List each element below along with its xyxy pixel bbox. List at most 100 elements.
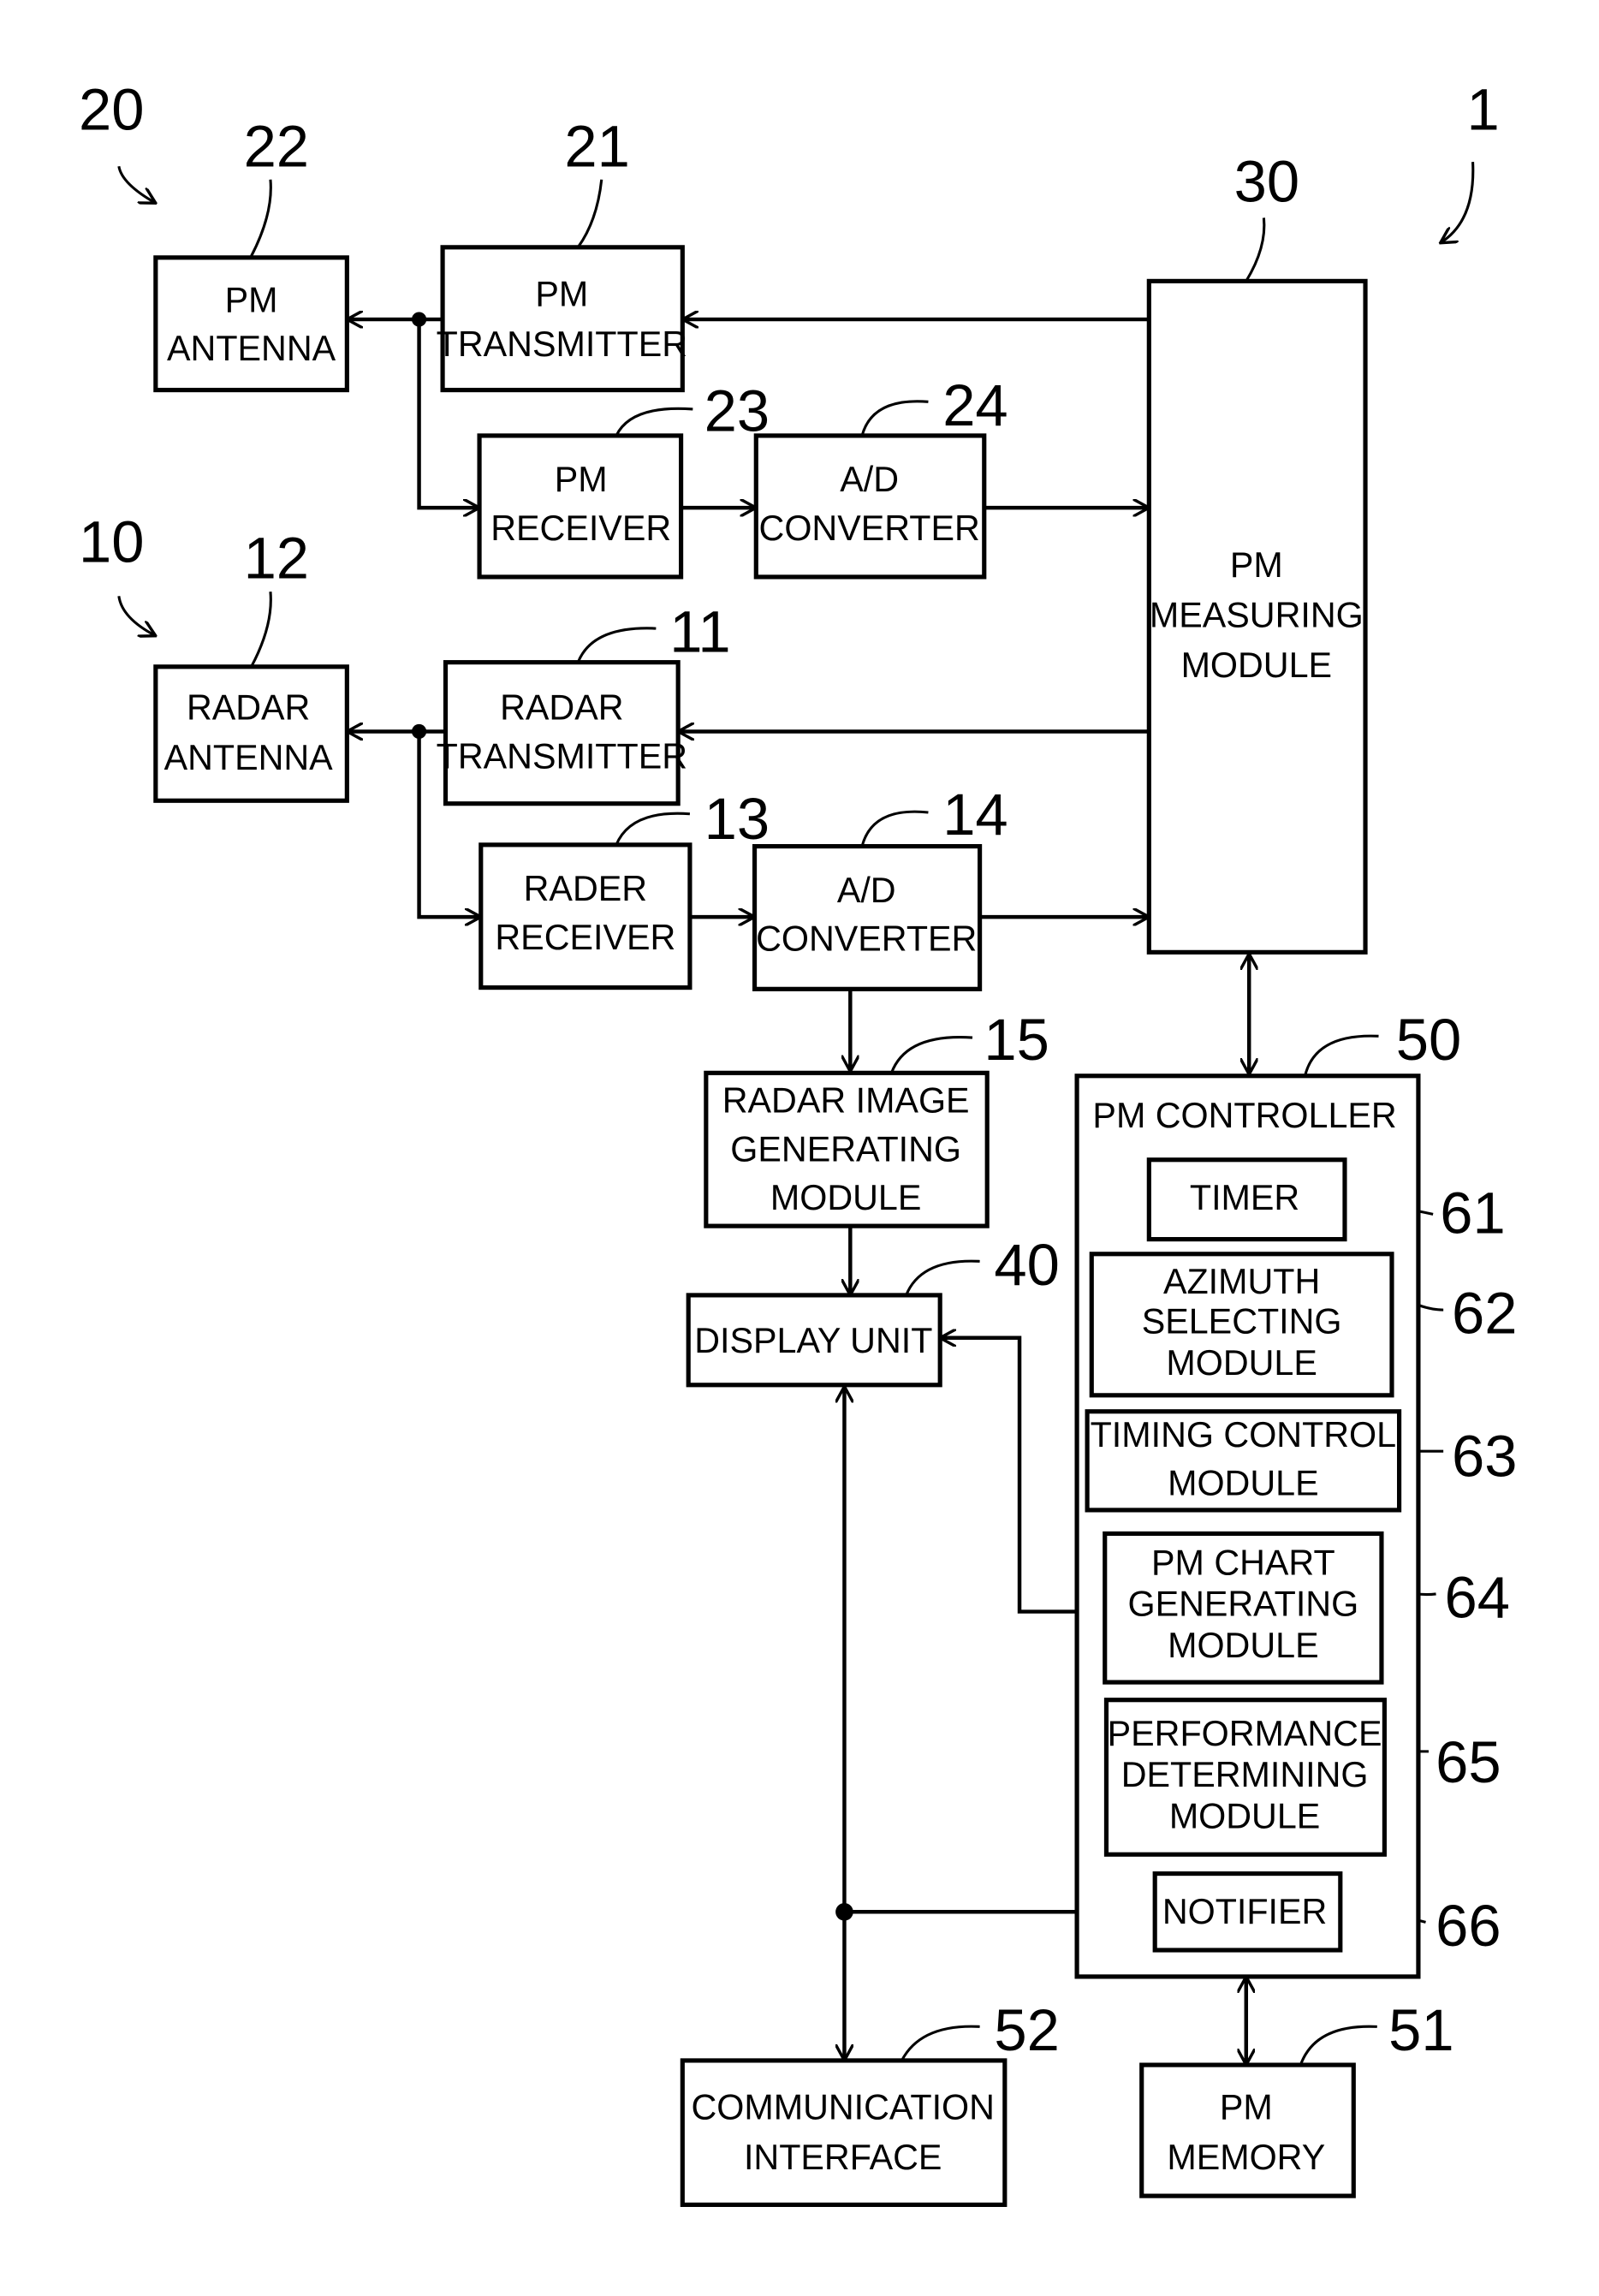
performance-determining-block: PERFORMANCE DETERMINING MODULE (1103, 1698, 1387, 1857)
leader-line (860, 810, 929, 847)
block-label: CONVERTER (756, 919, 977, 959)
pm-measuring-module-block: PM MEASURING MODULE (1146, 278, 1368, 955)
pm-memory-block: PM MEMORY (1139, 2062, 1356, 2198)
pm-chart-generating-block: PM CHART GENERATING MODULE (1103, 1531, 1384, 1685)
ref-13: 13 (704, 786, 770, 852)
block-label: MODULE (770, 1178, 921, 1217)
block-label: GENERATING (1128, 1585, 1359, 1624)
leader-line (615, 407, 693, 437)
block-label: TRANSMITTER (437, 736, 687, 776)
leader-line (1245, 217, 1266, 283)
block-label: MODULE (1181, 645, 1332, 685)
leader-line (860, 400, 929, 437)
leader-line (250, 591, 272, 668)
ref-64: 64 (1444, 1564, 1509, 1630)
ad-converter-radar-block: A/D CONVERTER (752, 843, 983, 991)
block-label: MODULE (1166, 1343, 1317, 1383)
block-diagram: 20 10 1 22 21 23 24 30 12 11 13 14 15 40… (79, 76, 1518, 2207)
leader-line (577, 179, 603, 248)
radar-transmitter-block: RADAR TRANSMITTER (437, 660, 687, 806)
block-label: RECEIVER (490, 509, 671, 548)
radar-antenna-block: RADAR ANTENNA (153, 664, 349, 803)
ref-15: 15 (984, 1007, 1049, 1073)
block-label: NOTIFIER (1162, 1892, 1328, 1931)
block-label: DETERMINING (1121, 1755, 1369, 1794)
ref-51: 51 (1388, 1997, 1453, 2063)
ref-50: 50 (1396, 1007, 1461, 1073)
block-label: PM (1230, 545, 1283, 585)
leader-line (901, 2025, 980, 2061)
communication-interface-block: COMMUNICATION INTERFACE (680, 2058, 1008, 2207)
block-label: CONVERTER (759, 509, 980, 548)
leader-line (1299, 2025, 1377, 2066)
leader-arrow (117, 165, 156, 203)
block-label: RADER (524, 869, 647, 908)
block-label: PM (1220, 2088, 1273, 2127)
azimuth-selecting-block: AZIMUTH SELECTING MODULE (1089, 1252, 1394, 1398)
block-label: PM CONTROLLER (1092, 1096, 1396, 1135)
ref-52: 52 (994, 1997, 1059, 2063)
ref-1: 1 (1466, 76, 1499, 142)
leader-line (250, 179, 272, 257)
leader-arrow (117, 596, 156, 635)
pm-receiver-block: PM RECEIVER (477, 433, 684, 580)
block-label: PM CHART (1151, 1544, 1335, 1583)
block-label: MODULE (1168, 1464, 1318, 1503)
leader-line (576, 627, 657, 663)
display-unit-block: DISPLAY UNIT (686, 1293, 942, 1388)
ref-61: 61 (1440, 1181, 1505, 1246)
ref-30: 30 (1234, 149, 1299, 215)
ref-12: 12 (244, 526, 309, 592)
timing-control-block: TIMING CONTROL MODULE (1085, 1409, 1402, 1513)
block-label: INTERFACE (744, 2138, 942, 2177)
block-label: ANTENNA (164, 738, 334, 777)
block-label: A/D (837, 871, 896, 910)
leader-line (615, 812, 691, 846)
block-label: TRANSMITTER (437, 324, 687, 364)
notifier-block: NOTIFIER (1152, 1871, 1343, 1953)
block-label: MEMORY (1167, 2138, 1325, 2177)
leader-line (1304, 1034, 1379, 1077)
block-label: RADAR (500, 688, 623, 728)
block-label: GENERATING (730, 1129, 961, 1169)
block-label: MODULE (1168, 1626, 1318, 1665)
radar-receiver-block: RADER RECEIVER (479, 842, 693, 990)
ad-converter-pm-block: A/D CONVERTER (753, 433, 987, 580)
block-label: DISPLAY UNIT (694, 1321, 932, 1360)
ref-66: 66 (1436, 1893, 1501, 1959)
ref-22: 22 (244, 113, 309, 179)
timer-block: TIMER (1146, 1157, 1347, 1242)
block-label: PERFORMANCE (1108, 1714, 1382, 1753)
block-label: RADAR IMAGE (722, 1081, 970, 1121)
block-label: ANTENNA (167, 329, 336, 368)
block-label: TIMER (1190, 1178, 1299, 1217)
ref-65: 65 (1436, 1729, 1501, 1795)
ref-11: 11 (669, 599, 730, 665)
pm-antenna-block: PM ANTENNA (153, 255, 349, 393)
ref-24: 24 (942, 372, 1008, 438)
block-label: A/D (840, 460, 899, 499)
block-label: MEASURING (1150, 595, 1364, 634)
leader-arrow (1441, 162, 1475, 243)
ref-20: 20 (79, 76, 144, 142)
block-label: SELECTING (1142, 1302, 1342, 1341)
ref-10: 10 (79, 509, 144, 575)
ref-40: 40 (994, 1232, 1059, 1298)
block-label: AZIMUTH (1163, 1262, 1320, 1301)
leader-line (890, 1035, 973, 1074)
block-label: PM (535, 275, 588, 314)
pm-transmitter-block: PM TRANSMITTER (437, 245, 687, 393)
block-label: TIMING CONTROL (1091, 1415, 1397, 1454)
block-label: COMMUNICATION (692, 2088, 995, 2127)
block-label: MODULE (1169, 1796, 1320, 1835)
ref-14: 14 (942, 782, 1008, 848)
radar-image-generating-block: RADAR IMAGE GENERATING MODULE (704, 1070, 990, 1228)
block-label: RADAR (187, 688, 310, 728)
ref-63: 63 (1452, 1423, 1517, 1489)
ref-21: 21 (564, 113, 629, 179)
ref-62: 62 (1452, 1281, 1517, 1347)
block-label: PM (225, 280, 278, 319)
block-label: RECEIVER (495, 918, 675, 957)
block-label: PM (555, 460, 608, 499)
leader-line (905, 1259, 980, 1296)
